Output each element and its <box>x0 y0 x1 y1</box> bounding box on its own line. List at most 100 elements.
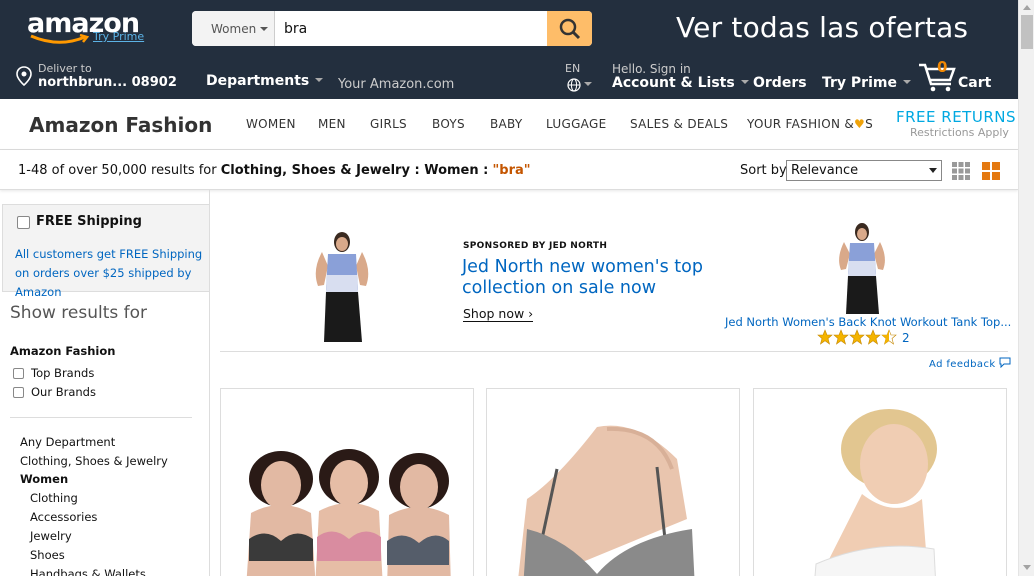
subnav-link-men[interactable]: MEN <box>318 117 346 131</box>
shop-now-link[interactable]: Shop now › <box>463 306 534 322</box>
cart-button[interactable]: 0 Cart <box>918 58 998 94</box>
sponsored-label: SPONSORED BY JED NORTH <box>463 241 608 251</box>
results-summary: 1-48 of over 50,000 results for Clothing… <box>18 163 531 178</box>
dept-accessories[interactable]: Accessories <box>30 510 97 524</box>
product-image[interactable] <box>221 389 474 576</box>
results-category-path: Clothing, Shoes & Jewelry : Women : <box>220 163 489 178</box>
try-prime-link[interactable]: Try Prime <box>93 30 144 43</box>
search-category-dropdown[interactable]: Women <box>192 11 275 46</box>
deliver-label: Deliver to <box>38 62 92 75</box>
chevron-down-icon <box>584 82 592 86</box>
subnav-link-baby[interactable]: BABY <box>490 117 523 131</box>
try-prime-menu[interactable]: Try Prime <box>822 75 911 91</box>
sign-in-greeting: Hello. Sign in <box>612 62 691 76</box>
page-scrollbar[interactable] <box>1018 0 1034 576</box>
sort-select[interactable]: Relevance <box>786 160 942 181</box>
results-query: "bra" <box>492 163 531 178</box>
grid-view-small-icon[interactable] <box>952 162 970 180</box>
dept-any[interactable]: Any Department <box>20 435 115 449</box>
chevron-down-icon <box>260 27 269 31</box>
product-card-1[interactable] <box>220 388 474 576</box>
ad-feedback-link[interactable]: Ad feedback <box>929 357 1011 370</box>
results-count: 1-48 of over 50,000 results for <box>18 163 217 178</box>
search-icon <box>559 18 581 40</box>
search-category-label: Women <box>211 22 257 36</box>
restrictions-note: Restrictions Apply <box>910 126 1009 139</box>
sort-by-label: Sort by <box>740 163 787 178</box>
amazon-logo[interactable]: amazon Try Prime <box>27 8 157 48</box>
filter-sidebar: FREE Shipping All customers get FREE Shi… <box>0 190 210 576</box>
subnav-link-boys[interactable]: BOYS <box>432 117 465 131</box>
dept-women: Women <box>20 472 69 486</box>
store-title[interactable]: Amazon Fashion <box>29 113 212 137</box>
product-card-3[interactable] <box>753 388 1007 576</box>
speech-bubble-icon <box>999 357 1011 369</box>
location-pin-icon <box>16 66 32 86</box>
search-input[interactable] <box>278 11 538 46</box>
product-card-2[interactable] <box>486 388 740 576</box>
chevron-down-icon <box>315 78 324 82</box>
our-brands-label[interactable]: Our Brands <box>31 385 96 399</box>
smile-icon <box>30 34 90 44</box>
chevron-down-icon <box>929 168 937 173</box>
scroll-down-arrow-icon[interactable] <box>1023 565 1031 570</box>
try-prime-label: Try Prime <box>822 75 897 91</box>
page: amazon Try Prime Women Ver todas las ofe… <box>0 0 1034 576</box>
review-count[interactable]: 2 <box>902 331 910 345</box>
subnav-link-luggage[interactable]: LUGGAGE <box>546 117 606 131</box>
language-selector[interactable]: EN <box>565 62 601 94</box>
departments-menu[interactable]: Departments <box>206 73 324 89</box>
dept-clothing[interactable]: Clothing <box>30 491 78 505</box>
top-nav: amazon Try Prime Women Ver todas las ofe… <box>0 0 1018 99</box>
dept-clothing-shoes-jewelry[interactable]: Clothing, Shoes & Jewelry <box>20 454 168 468</box>
your-amazon-link[interactable]: Your Amazon.com <box>338 77 454 92</box>
results-bar: 1-48 of over 50,000 results for Clothing… <box>0 150 1018 190</box>
show-results-heading: Show results for <box>10 303 148 323</box>
search-button[interactable] <box>547 11 592 46</box>
promo-banner[interactable]: Ver todas las ofertas <box>676 11 968 44</box>
deliver-to[interactable]: Deliver to northbrun... 08902 <box>16 62 191 92</box>
free-shipping-checkbox[interactable] <box>17 216 30 229</box>
product-image[interactable] <box>487 389 740 576</box>
cart-label: Cart <box>958 75 992 91</box>
search-bar: Women <box>192 11 592 46</box>
orders-link[interactable]: Orders <box>753 75 807 91</box>
free-returns-link[interactable]: FREE RETURNS <box>896 108 1016 126</box>
top-brands-checkbox[interactable] <box>13 368 24 379</box>
scroll-up-arrow-icon[interactable] <box>1023 5 1031 10</box>
dept-jewelry[interactable]: Jewelry <box>30 529 72 543</box>
product-image[interactable] <box>754 389 1007 576</box>
departments-label: Departments <box>206 73 310 89</box>
account-lists-menu[interactable]: Hello. Sign in Account & Lists <box>612 62 749 91</box>
our-brands-checkbox[interactable] <box>13 387 24 398</box>
dept-shoes[interactable]: Shoes <box>30 548 65 562</box>
free-shipping-description[interactable]: All customers get FREE Shipping on order… <box>15 245 211 302</box>
heart-icon: ♥ <box>854 117 866 131</box>
ad-product-title[interactable]: Jed North Women's Back Knot Workout Tank… <box>725 315 1011 329</box>
globe-icon <box>567 78 581 92</box>
star-rating[interactable] <box>817 329 899 345</box>
subnav-link-girls[interactable]: GIRLS <box>370 117 407 131</box>
language-code: EN <box>565 62 581 75</box>
sponsored-banner: SPONSORED BY JED NORTH Jed North new wom… <box>220 212 1011 352</box>
grid-view-large-icon[interactable] <box>982 162 1000 180</box>
cart-count: 0 <box>937 58 948 76</box>
top-brands-label[interactable]: Top Brands <box>31 366 94 380</box>
subnav-link-women[interactable]: WOMEN <box>246 117 296 131</box>
ad-headline[interactable]: Jed North new women's top collection on … <box>462 257 722 299</box>
deliver-location: northbrun... 08902 <box>38 75 177 90</box>
fashion-subnav: Amazon Fashion WOMEN MEN GIRLS BOYS BABY… <box>0 99 1018 150</box>
sort-value: Relevance <box>791 163 859 178</box>
product-image[interactable] <box>826 222 896 314</box>
model-image[interactable] <box>300 230 380 342</box>
scrollbar-thumb[interactable] <box>1021 15 1033 49</box>
subnav-link-your-fashion[interactable]: YOUR FASHION &♥S <box>747 117 873 131</box>
your-fashion-suffix: S <box>865 117 874 131</box>
subnav-link-sales-deals[interactable]: SALES & DEALS <box>630 117 728 131</box>
free-shipping-box: FREE Shipping All customers get FREE Shi… <box>2 204 210 299</box>
dept-handbags-wallets[interactable]: Handbags & Wallets <box>30 567 146 576</box>
chevron-down-icon <box>740 80 749 84</box>
chevron-down-icon <box>902 80 911 84</box>
amazon-fashion-heading: Amazon Fashion <box>10 344 116 358</box>
free-shipping-title[interactable]: FREE Shipping <box>36 214 142 229</box>
